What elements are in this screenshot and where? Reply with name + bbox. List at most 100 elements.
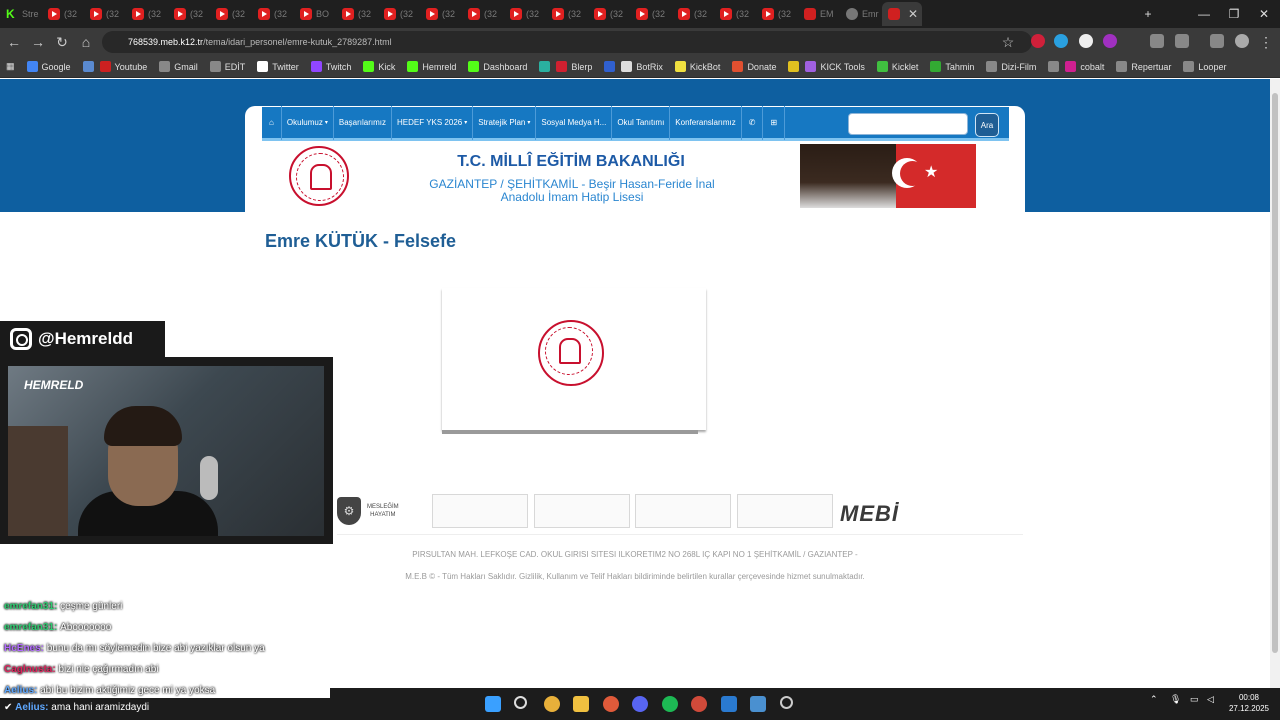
- browser-tab[interactable]: K Stre: [0, 2, 42, 26]
- nav-item[interactable]: Sosyal Medya H...: [536, 105, 613, 140]
- chrome-alt-icon[interactable]: [691, 696, 707, 712]
- url-bar[interactable]: 768539.meb.k12.tr/tema/idari_personel/em…: [102, 31, 1032, 53]
- obs-icon[interactable]: [780, 696, 793, 709]
- home-icon[interactable]: ⌂: [262, 105, 282, 140]
- bookmark-item[interactable]: Gmail: [159, 61, 198, 72]
- bookmark-item[interactable]: [1048, 61, 1060, 72]
- browser-tab[interactable]: (32: [126, 2, 168, 26]
- extension-red-icon[interactable]: [1031, 34, 1045, 48]
- extensions-icon[interactable]: [1150, 34, 1164, 48]
- new-tab-icon[interactable]: +: [1132, 0, 1164, 28]
- mic-tray-icon[interactable]: 🎙: [1170, 694, 1181, 705]
- bookmark-item[interactable]: Youtube: [99, 61, 147, 72]
- browser-tab[interactable]: (32: [168, 2, 210, 26]
- bookmark-item[interactable]: KICK Tools: [805, 61, 865, 72]
- browser-tab[interactable]: (32: [588, 2, 630, 26]
- browser-tab[interactable]: (32: [42, 2, 84, 26]
- bookmark-item[interactable]: BotRix: [621, 61, 663, 72]
- bookmark-item[interactable]: Hemreld: [407, 61, 456, 72]
- browser-tab[interactable]: EM: [798, 2, 840, 26]
- tray-chevron-icon[interactable]: ⌃: [1150, 694, 1158, 705]
- sitemap-icon[interactable]: ⊞: [763, 105, 786, 140]
- puzzle-icon[interactable]: [1175, 34, 1189, 48]
- clock[interactable]: 00:08 27.12.2025: [1224, 692, 1274, 714]
- bookmark-item[interactable]: Blerp: [556, 61, 592, 72]
- discord-icon[interactable]: [632, 696, 648, 712]
- back-icon[interactable]: ←: [2, 30, 26, 54]
- bookmark-item[interactable]: Looper: [1183, 61, 1226, 72]
- bookmark-item[interactable]: KickBot: [674, 61, 720, 72]
- maximize-icon[interactable]: ❐: [1218, 0, 1250, 28]
- browser-tab[interactable]: BO: [294, 2, 336, 26]
- browser-tab[interactable]: Emr: [840, 2, 882, 26]
- nav-item[interactable]: HEDEF YKS 2026 ▾: [392, 105, 474, 140]
- search-icon[interactable]: [514, 696, 527, 709]
- chrome-profile-icon[interactable]: [603, 696, 619, 712]
- volume-icon[interactable]: ◁: [1207, 694, 1214, 705]
- bookmark-item[interactable]: Kicklet: [876, 61, 918, 72]
- browser-tab[interactable]: (32: [672, 2, 714, 26]
- forward-icon[interactable]: →: [26, 30, 50, 54]
- bookmark-item[interactable]: Donate: [732, 61, 776, 72]
- nav-item[interactable]: Konferanslarımız: [670, 105, 742, 140]
- browser-tab[interactable]: (32: [420, 2, 462, 26]
- extension-blue-icon[interactable]: [1054, 34, 1068, 48]
- bookmark-item[interactable]: Repertuar: [1116, 61, 1171, 72]
- bookmark-item[interactable]: [604, 61, 616, 72]
- browser-tab[interactable]: (32: [630, 2, 672, 26]
- network-icon[interactable]: ▭: [1190, 694, 1199, 705]
- search-button[interactable]: Ara: [975, 113, 999, 137]
- bookmark-item[interactable]: [82, 61, 94, 72]
- chrome-icon[interactable]: [544, 696, 560, 712]
- mebi-logo[interactable]: MEBİ: [840, 501, 899, 527]
- bookmark-item[interactable]: Google: [26, 61, 71, 72]
- spotify-icon[interactable]: [662, 696, 678, 712]
- menu-icon[interactable]: ⋮: [1254, 30, 1278, 54]
- nav-item[interactable]: Stratejik Plan ▾: [473, 105, 537, 140]
- extension-purple-icon[interactable]: [1103, 34, 1117, 48]
- minimize-icon[interactable]: —: [1188, 0, 1220, 28]
- browser-tab[interactable]: (32: [546, 2, 588, 26]
- home-icon[interactable]: ⌂: [74, 30, 98, 54]
- scrollbar-thumb[interactable]: [1272, 93, 1278, 653]
- browser-tab[interactable]: (32: [462, 2, 504, 26]
- browser-tab[interactable]: (32: [378, 2, 420, 26]
- bookmark-item[interactable]: [788, 61, 800, 72]
- partner-link-3[interactable]: [635, 494, 731, 528]
- browser-tab[interactable]: (32: [84, 2, 126, 26]
- nav-item[interactable]: Okulumuz ▾: [282, 105, 334, 140]
- bookmark-item[interactable]: Tahmin: [930, 61, 974, 72]
- meslegim-hayatim-link[interactable]: ⚙ MESLEĞİM HAYATIM: [337, 495, 427, 527]
- media-icon[interactable]: [1210, 34, 1224, 48]
- partner-link-2[interactable]: [534, 494, 630, 528]
- bookmark-item[interactable]: Dashboard: [468, 61, 527, 72]
- phone-icon[interactable]: ✆: [742, 105, 764, 140]
- windows-start-icon[interactable]: [485, 696, 501, 712]
- reload-icon[interactable]: ↻: [50, 30, 74, 54]
- bookmark-item[interactable]: Twitch: [310, 61, 351, 72]
- browser-tab[interactable]: (32: [210, 2, 252, 26]
- partner-link-1[interactable]: [432, 494, 528, 528]
- bookmark-item[interactable]: Kick: [363, 61, 395, 72]
- bookmark-item[interactable]: cobalt: [1065, 61, 1104, 72]
- browser-tab[interactable]: (32: [756, 2, 798, 26]
- avatar[interactable]: [1235, 34, 1249, 48]
- app-gear-icon[interactable]: [750, 696, 766, 712]
- bookmark-item[interactable]: EDİT: [209, 61, 245, 72]
- apps-icon[interactable]: ▦: [6, 61, 15, 72]
- browser-tab[interactable]: (32: [714, 2, 756, 26]
- browser-tab[interactable]: (32: [336, 2, 378, 26]
- close-tab-icon[interactable]: ✕: [908, 7, 918, 21]
- close-window-icon[interactable]: ✕: [1248, 0, 1280, 28]
- nav-item[interactable]: Başarılarımız: [334, 105, 392, 140]
- partner-link-4[interactable]: [737, 494, 833, 528]
- bookmark-star-icon[interactable]: ☆: [996, 30, 1020, 54]
- browser-tab[interactable]: (32: [504, 2, 546, 26]
- site-search-input[interactable]: [848, 113, 968, 135]
- extension-white-icon[interactable]: [1079, 34, 1093, 48]
- file-explorer-icon[interactable]: [573, 696, 589, 712]
- browser-tab[interactable]: (32: [252, 2, 294, 26]
- nav-item[interactable]: Okul Tanıtımı: [612, 105, 671, 140]
- app-blue-icon[interactable]: [721, 696, 737, 712]
- bookmark-item[interactable]: Dizi-Film: [986, 61, 1036, 72]
